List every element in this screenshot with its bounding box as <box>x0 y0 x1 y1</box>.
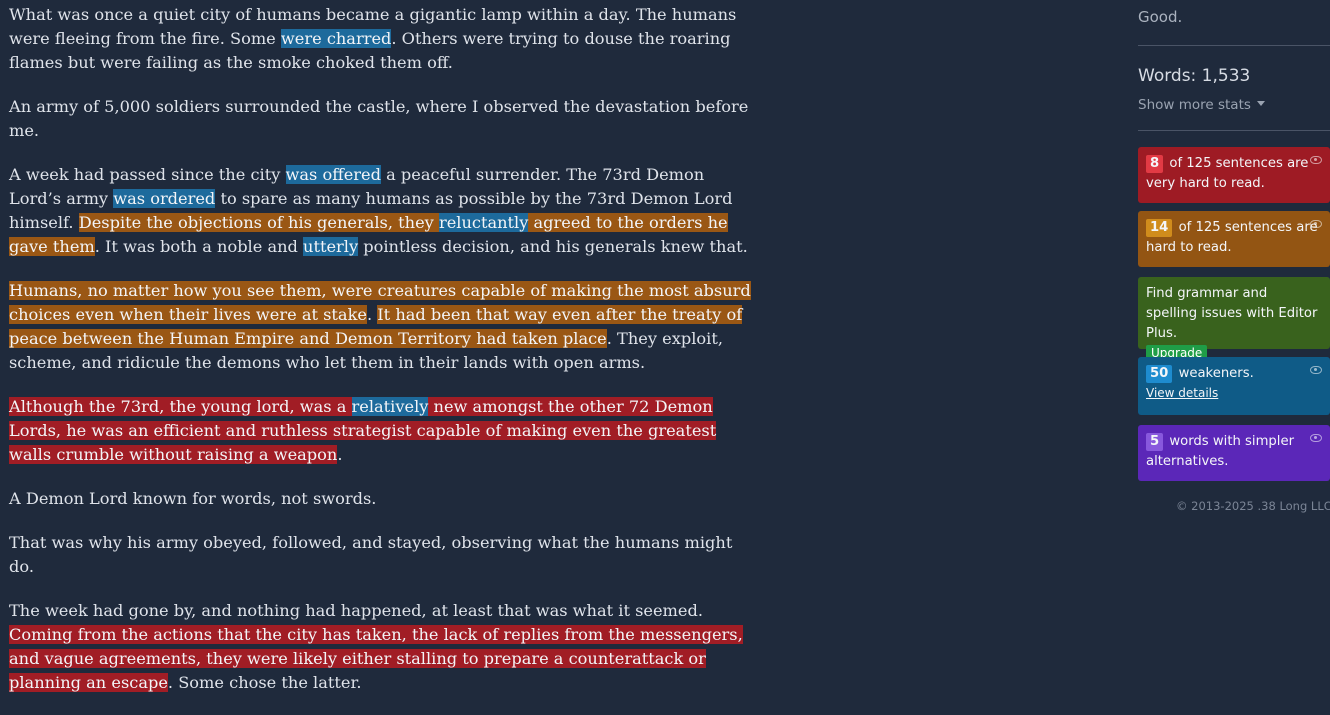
passive-voice-highlight: was offered <box>285 165 381 184</box>
very-hard-sentence-highlight: Although the 73rd, the young lord, was a… <box>9 397 717 464</box>
adverb-highlight: reluctantly <box>438 213 529 232</box>
readability-grade: Good. <box>1138 8 1183 26</box>
copyright-text: © 2013-2025 .38 Long LLC <box>1176 499 1330 513</box>
card-text: of 125 sentences are very hard to read. <box>1146 156 1309 191</box>
passive-voice-highlight: was ordered <box>113 189 216 208</box>
word-count: Words: 1,533 <box>1138 66 1251 86</box>
count-badge: 5 <box>1146 433 1164 451</box>
adverb-highlight: utterly <box>303 237 359 256</box>
paragraph: A Demon Lord known for words, not swords… <box>9 489 377 508</box>
paragraph: The week had gone by, and nothing had ha… <box>9 601 743 692</box>
count-badge: 8 <box>1146 155 1164 173</box>
count-badge: 50 <box>1146 365 1173 383</box>
paragraph: A week had passed since the city was off… <box>9 165 748 256</box>
very-hard-sentence-highlight: Coming from the actions that the city ha… <box>9 625 743 692</box>
count-badge: 14 <box>1146 219 1173 237</box>
card-text: weakeners. <box>1178 366 1254 381</box>
passive-voice-highlight: were charred <box>280 29 392 48</box>
paragraph: Although the 73rd, the young lord, was a… <box>9 397 717 464</box>
eye-icon[interactable] <box>1310 156 1322 164</box>
very-hard-sentences-card[interactable]: 8 of 125 sentences are very hard to read… <box>1138 147 1330 203</box>
card-text: Find grammar and spelling issues with Ed… <box>1146 286 1318 341</box>
card-text: words with simpler alternatives. <box>1146 434 1294 469</box>
caret-down-icon <box>1256 100 1265 106</box>
view-details-link[interactable]: View details <box>1146 384 1322 402</box>
show-more-stats-toggle[interactable]: Show more stats <box>1138 97 1265 113</box>
simpler-words-card[interactable]: 5 words with simpler alternatives. <box>1138 425 1330 481</box>
divider <box>1138 130 1330 131</box>
paragraph: Humans, no matter how you see them, were… <box>9 281 751 372</box>
eye-icon[interactable] <box>1310 366 1322 374</box>
editor-plus-upsell-card: Find grammar and spelling issues with Ed… <box>1138 277 1330 361</box>
text-editor[interactable]: What was once a quiet city of humans bec… <box>9 3 759 715</box>
paragraph: What was once a quiet city of humans bec… <box>9 5 737 72</box>
eye-icon[interactable] <box>1310 434 1322 442</box>
eye-icon[interactable] <box>1310 220 1322 228</box>
adverb-highlight: relatively <box>351 397 429 416</box>
paragraph: That was why his army obeyed, followed, … <box>9 533 733 576</box>
hard-sentences-card[interactable]: 14 of 125 sentences are hard to read. <box>1138 211 1330 267</box>
weakeners-card[interactable]: 50 weakeners. View details <box>1138 357 1330 415</box>
divider <box>1138 45 1330 46</box>
paragraph: An army of 5,000 soldiers surrounded the… <box>9 97 749 140</box>
